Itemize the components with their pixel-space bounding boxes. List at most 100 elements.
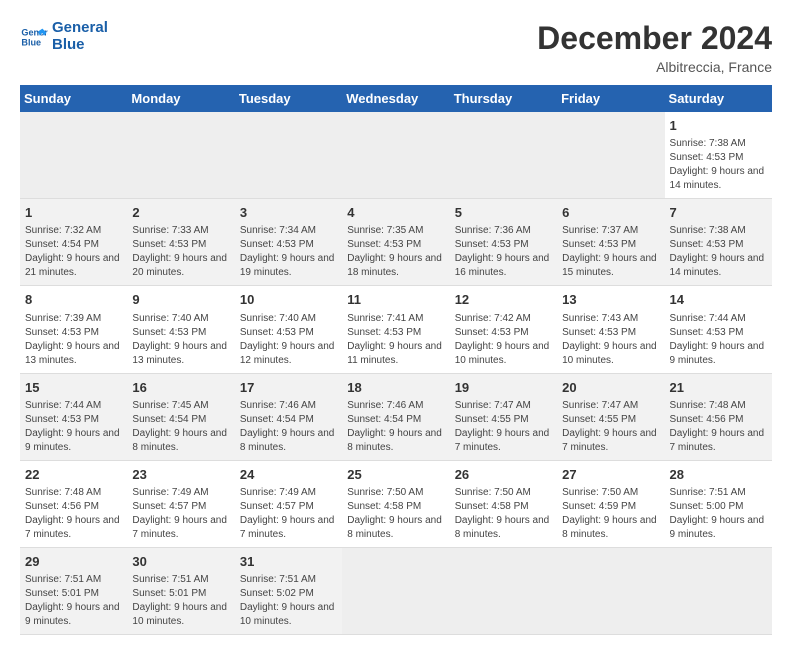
day-info: Sunrise: 7:49 AMSunset: 4:57 PMDaylight:… (240, 486, 337, 542)
calendar-cell: 11 Sunrise: 7:41 AMSunset: 4:53 PMDayligh… (342, 286, 449, 373)
day-number: 16 (132, 379, 229, 397)
calendar-cell: 30Sunrise: 7:51 AMSunset: 5:01 PMDayligh… (127, 547, 234, 634)
day-info: Sunrise: 7:47 AMSunset: 4:55 PMDaylight:… (562, 399, 659, 455)
header-day-friday: Friday (557, 85, 664, 112)
logo-line1: General (52, 20, 108, 37)
day-info: Sunrise: 7:48 AMSunset: 4:56 PMDaylight:… (670, 399, 767, 455)
day-info: Sunrise: 7:50 AMSunset: 4:58 PMDaylight:… (347, 486, 444, 542)
day-info: Sunrise: 7:37 AMSunset: 4:53 PMDaylight:… (562, 224, 659, 280)
day-number: 1 (670, 117, 767, 135)
page-header: General Blue General Blue December 2024 … (20, 20, 772, 75)
day-number: 3 (240, 204, 337, 222)
calendar-cell: 8Sunrise: 7:39 AMSunset: 4:53 PMDaylight… (20, 286, 127, 373)
calendar-cell: 19 Sunrise: 7:47 AMSunset: 4:55 PMDayligh… (450, 373, 557, 460)
day-info: Sunrise: 7:51 AMSunset: 5:01 PMDaylight:… (25, 573, 122, 629)
day-info: Sunrise: 7:45 AMSunset: 4:54 PMDaylight:… (132, 399, 229, 455)
calendar-cell: 7 Sunrise: 7:38 AMSunset: 4:53 PMDaylight… (665, 199, 772, 286)
calendar-cell: 27 Sunrise: 7:50 AMSunset: 4:59 PMDayligh… (557, 460, 664, 547)
day-info: Sunrise: 7:47 AMSunset: 4:55 PMDaylight:… (455, 399, 552, 455)
header-day-thursday: Thursday (450, 85, 557, 112)
calendar-cell (235, 112, 342, 199)
day-number: 27 (562, 466, 659, 484)
day-info: Sunrise: 7:40 AMSunset: 4:53 PMDaylight:… (240, 312, 337, 368)
header-day-tuesday: Tuesday (235, 85, 342, 112)
day-info: Sunrise: 7:51 AMSunset: 5:00 PMDaylight:… (670, 486, 767, 542)
calendar-cell (127, 112, 234, 199)
calendar-cell: 16 Sunrise: 7:45 AMSunset: 4:54 PMDayligh… (127, 373, 234, 460)
day-info: Sunrise: 7:44 AMSunset: 4:53 PMDaylight:… (670, 312, 767, 368)
day-number: 31 (240, 553, 337, 571)
calendar-cell (20, 112, 127, 199)
calendar-cell: 29 Sunrise: 7:51 AMSunset: 5:01 PMDayligh… (20, 547, 127, 634)
day-number: 14 (670, 291, 767, 309)
day-number: 26 (455, 466, 552, 484)
day-info: Sunrise: 7:41 AMSunset: 4:53 PMDaylight:… (347, 312, 444, 368)
day-number: 19 (455, 379, 552, 397)
calendar-cell: 6 Sunrise: 7:37 AMSunset: 4:53 PMDaylight… (557, 199, 664, 286)
day-number: 9 (132, 291, 229, 309)
calendar-header: SundayMondayTuesdayWednesdayThursdayFrid… (20, 85, 772, 112)
day-number: 6 (562, 204, 659, 222)
day-number: 22 (25, 466, 122, 484)
header-day-monday: Monday (127, 85, 234, 112)
header-row: SundayMondayTuesdayWednesdayThursdayFrid… (20, 85, 772, 112)
day-number: 29 (25, 553, 122, 571)
calendar-cell: 2 Sunrise: 7:33 AMSunset: 4:53 PMDaylight… (127, 199, 234, 286)
week-row: 8Sunrise: 7:39 AMSunset: 4:53 PMDaylight… (20, 286, 772, 373)
svg-text:Blue: Blue (21, 37, 41, 47)
day-info: Sunrise: 7:51 AMSunset: 5:02 PMDaylight:… (240, 573, 337, 629)
logo-icon: General Blue (20, 23, 48, 51)
calendar-cell (450, 112, 557, 199)
calendar-cell: 15Sunrise: 7:44 AMSunset: 4:53 PMDayligh… (20, 373, 127, 460)
day-number: 21 (670, 379, 767, 397)
calendar-cell: 9 Sunrise: 7:40 AMSunset: 4:53 PMDaylight… (127, 286, 234, 373)
header-day-sunday: Sunday (20, 85, 127, 112)
calendar-cell: 13 Sunrise: 7:43 AMSunset: 4:53 PMDayligh… (557, 286, 664, 373)
day-info: Sunrise: 7:33 AMSunset: 4:53 PMDaylight:… (132, 224, 229, 280)
day-info: Sunrise: 7:50 AMSunset: 4:59 PMDaylight:… (562, 486, 659, 542)
week-row: 15Sunrise: 7:44 AMSunset: 4:53 PMDayligh… (20, 373, 772, 460)
day-info: Sunrise: 7:42 AMSunset: 4:53 PMDaylight:… (455, 312, 552, 368)
day-info: Sunrise: 7:49 AMSunset: 4:57 PMDaylight:… (132, 486, 229, 542)
logo: General Blue General Blue (20, 20, 108, 53)
day-info: Sunrise: 7:48 AMSunset: 4:56 PMDaylight:… (25, 486, 122, 542)
day-info: Sunrise: 7:32 AMSunset: 4:54 PMDaylight:… (25, 224, 122, 280)
location: Albitreccia, France (537, 59, 772, 75)
calendar-cell: 14 Sunrise: 7:44 AMSunset: 4:53 PMDayligh… (665, 286, 772, 373)
day-info: Sunrise: 7:43 AMSunset: 4:53 PMDaylight:… (562, 312, 659, 368)
day-number: 11 (347, 291, 444, 309)
calendar-cell: 3Sunrise: 7:34 AMSunset: 4:53 PMDaylight… (235, 199, 342, 286)
day-number: 4 (347, 204, 444, 222)
header-day-saturday: Saturday (665, 85, 772, 112)
day-number: 1 (25, 204, 122, 222)
day-info: Sunrise: 7:39 AMSunset: 4:53 PMDaylight:… (25, 312, 122, 368)
day-number: 13 (562, 291, 659, 309)
day-number: 5 (455, 204, 552, 222)
calendar-cell: 1 Sunrise: 7:32 AMSunset: 4:54 PMDaylight… (20, 199, 127, 286)
calendar-cell: 23Sunrise: 7:49 AMSunset: 4:57 PMDayligh… (127, 460, 234, 547)
header-day-wednesday: Wednesday (342, 85, 449, 112)
calendar-cell: 20Sunrise: 7:47 AMSunset: 4:55 PMDayligh… (557, 373, 664, 460)
calendar-cell: 10Sunrise: 7:40 AMSunset: 4:53 PMDayligh… (235, 286, 342, 373)
day-number: 7 (670, 204, 767, 222)
day-info: Sunrise: 7:40 AMSunset: 4:53 PMDaylight:… (132, 312, 229, 368)
day-info: Sunrise: 7:38 AMSunset: 4:53 PMDaylight:… (670, 224, 767, 280)
day-number: 17 (240, 379, 337, 397)
logo-line2: Blue (52, 37, 108, 54)
day-number: 25 (347, 466, 444, 484)
day-number: 2 (132, 204, 229, 222)
week-row: 22 Sunrise: 7:48 AMSunset: 4:56 PMDayligh… (20, 460, 772, 547)
calendar-cell (665, 547, 772, 634)
day-number: 24 (240, 466, 337, 484)
calendar-cell (450, 547, 557, 634)
day-number: 12 (455, 291, 552, 309)
week-row: 1Sunrise: 7:38 AMSunset: 4:53 PMDaylight… (20, 112, 772, 199)
calendar-cell (342, 547, 449, 634)
calendar-cell (557, 547, 664, 634)
calendar-body: 1 Sunrise: 7:38 AMSunset: 4:53 PMDaylight… (20, 112, 772, 635)
day-info: Sunrise: 7:51 AMSunset: 5:01 PMDaylight:… (132, 573, 229, 629)
day-info: Sunrise: 7:36 AMSunset: 4:53 PMDaylight:… (455, 224, 552, 280)
calendar-cell: 17Sunrise: 7:46 AMSunset: 4:54 PMDayligh… (235, 373, 342, 460)
day-number: 15 (25, 379, 122, 397)
calendar-cell: 22 Sunrise: 7:48 AMSunset: 4:56 PMDayligh… (20, 460, 127, 547)
